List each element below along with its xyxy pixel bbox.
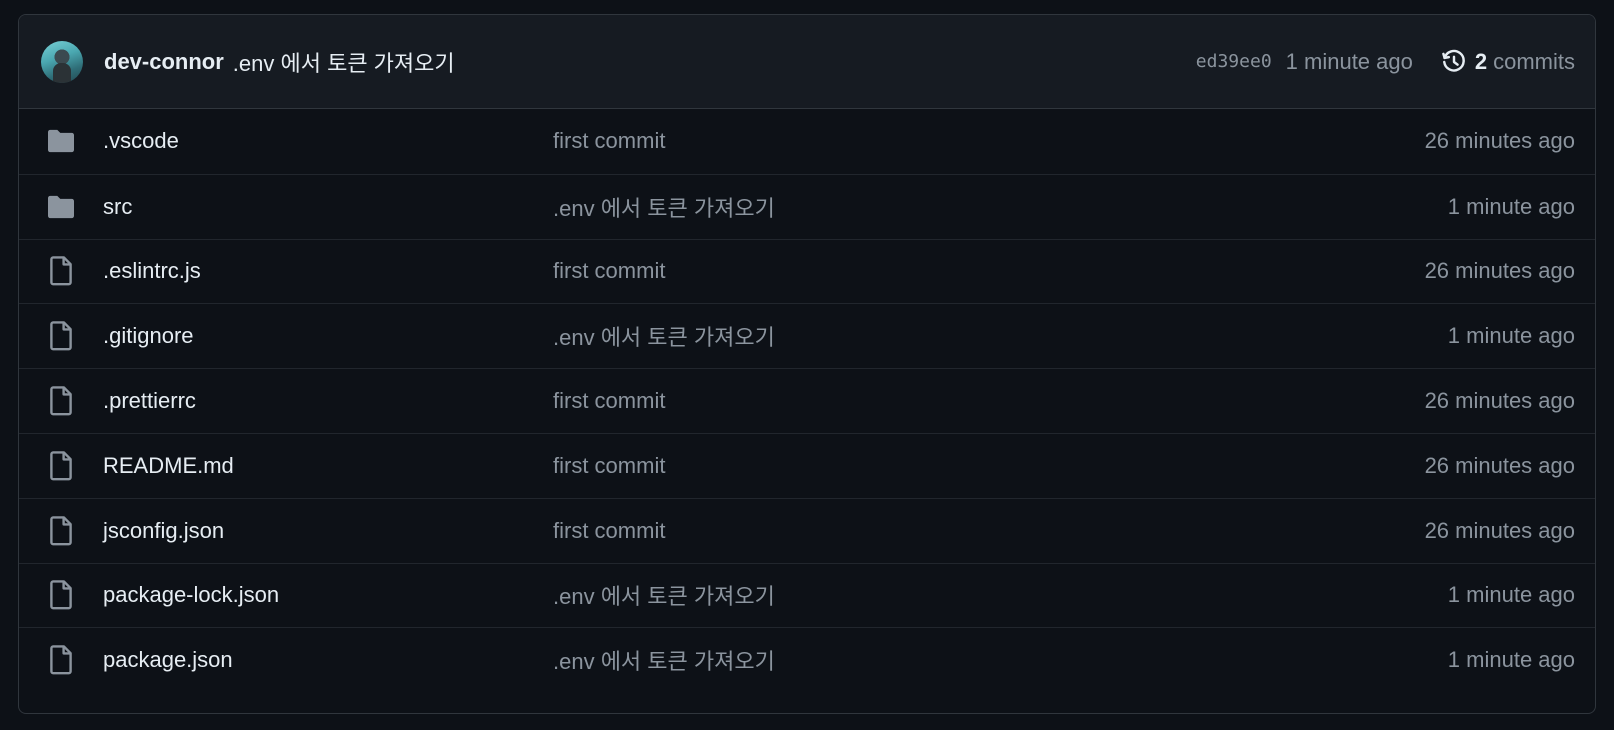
file-commit-age: 1 minute ago — [1447, 647, 1575, 673]
file-name-link[interactable]: jsconfig.json — [103, 518, 553, 544]
file-name-link[interactable]: .prettierrc — [103, 388, 553, 414]
file-name-link[interactable]: package-lock.json — [103, 582, 553, 608]
commit-time: 1 minute ago — [1285, 48, 1413, 74]
file-row[interactable]: package.json .env 에서 토큰 가져오기 1 minute ago — [19, 627, 1595, 692]
file-icon — [45, 385, 77, 417]
file-icon — [45, 255, 77, 287]
file-commit-age: 1 minute ago — [1447, 193, 1575, 219]
file-commit-message-link[interactable]: first commit — [553, 518, 1425, 544]
file-row[interactable]: src .env 에서 토큰 가져오기 1 minute ago — [19, 173, 1595, 239]
folder-icon — [45, 125, 77, 157]
file-commit-message-link[interactable]: .env 에서 토큰 가져오기 — [553, 320, 1448, 352]
file-name-link[interactable]: .gitignore — [103, 323, 553, 349]
file-name-link[interactable]: src — [103, 194, 553, 220]
file-commit-age: 1 minute ago — [1447, 323, 1575, 349]
user-avatar[interactable] — [41, 40, 83, 83]
history-icon — [1442, 49, 1465, 72]
file-row[interactable]: .gitignore .env 에서 토큰 가져오기 1 minute ago — [19, 303, 1595, 368]
file-list: .vscode first commit 26 minutes ago src .env… — [19, 109, 1595, 692]
file-commit-age: 26 minutes ago — [1424, 388, 1575, 414]
file-icon — [45, 320, 77, 352]
file-row[interactable]: .vscode first commit 26 minutes ago — [19, 109, 1595, 174]
file-row[interactable]: package-lock.json .env 에서 토큰 가져오기 1 minute… — [19, 562, 1595, 628]
commit-author[interactable]: dev-connor — [104, 49, 224, 75]
commit-count: 2 — [1474, 48, 1488, 74]
file-icon — [45, 450, 77, 482]
commits-label: commits — [1493, 48, 1575, 74]
file-name-link[interactable]: .vscode — [103, 128, 553, 154]
file-icon — [45, 515, 77, 547]
commit-message[interactable]: .env 에서 토큰 가져오기 — [233, 46, 455, 78]
file-commit-message-link[interactable]: first commit — [553, 388, 1425, 414]
file-commit-age: 26 minutes ago — [1424, 452, 1575, 478]
file-commit-age: 1 minute ago — [1447, 582, 1575, 608]
folder-icon — [45, 191, 77, 223]
file-commit-age: 26 minutes ago — [1424, 128, 1575, 154]
file-name-link[interactable]: package.json — [103, 647, 553, 673]
latest-commit-bar: dev-connor .env 에서 토큰 가져오기 ed39ee0 1 min… — [19, 15, 1595, 109]
commits-history-link[interactable]: 2 commits — [1441, 49, 1575, 75]
file-commit-message-link[interactable]: .env 에서 토큰 가져오기 — [553, 191, 1448, 223]
file-commit-message-link[interactable]: .env 에서 토큰 가져오기 — [553, 644, 1448, 676]
file-name-link[interactable]: README.md — [103, 453, 553, 479]
file-commit-message-link[interactable]: first commit — [553, 258, 1425, 284]
file-name-link[interactable]: .eslintrc.js — [103, 258, 553, 284]
file-icon — [45, 579, 77, 611]
file-row[interactable]: .eslintrc.js first commit 26 minutes ago — [19, 238, 1595, 304]
file-commit-message-link[interactable]: first commit — [553, 128, 1425, 154]
file-commit-age: 26 minutes ago — [1424, 258, 1575, 284]
file-commit-message-link[interactable]: .env 에서 토큰 가져오기 — [553, 579, 1448, 611]
file-commit-age: 26 minutes ago — [1424, 517, 1575, 543]
file-icon — [45, 644, 77, 676]
file-browser: dev-connor .env 에서 토큰 가져오기 ed39ee0 1 min… — [18, 14, 1596, 714]
file-row[interactable]: .prettierrc first commit 26 minutes ago — [19, 368, 1595, 433]
commit-sha[interactable]: ed39ee0 — [1196, 51, 1272, 72]
file-commit-message-link[interactable]: first commit — [553, 453, 1425, 479]
file-row[interactable]: README.md first commit 26 minutes ago — [19, 432, 1595, 498]
file-row[interactable]: jsconfig.json first commit 26 minutes ago — [19, 497, 1595, 563]
